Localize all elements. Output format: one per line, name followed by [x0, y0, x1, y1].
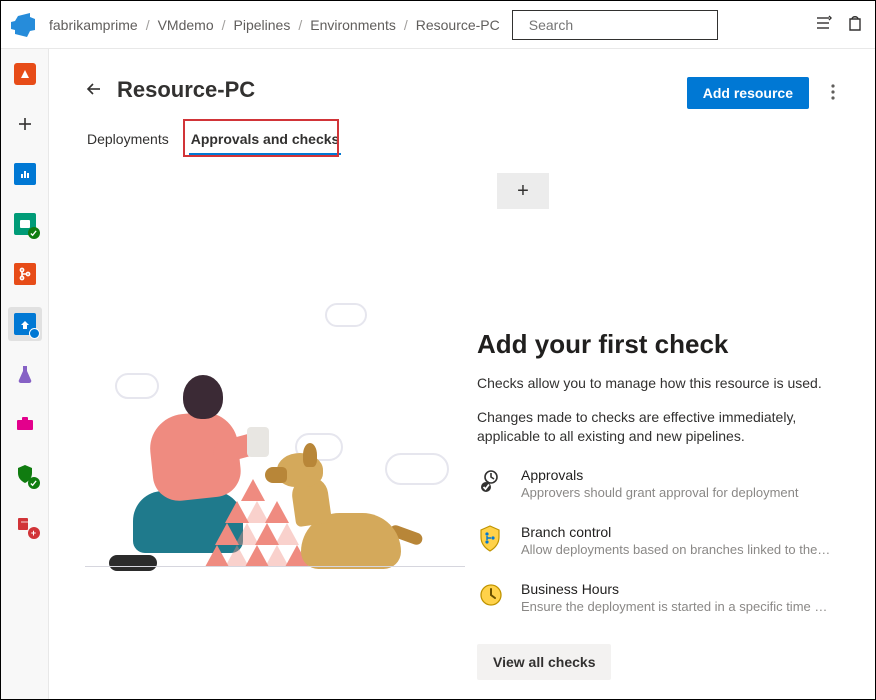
check-subtitle: Allow deployments based on branches link…	[521, 542, 831, 557]
branch-control-icon	[477, 524, 505, 552]
rail-test-plans[interactable]	[8, 357, 42, 391]
search-input[interactable]	[529, 17, 710, 33]
crumb-org[interactable]: fabrikamprime	[49, 17, 138, 33]
tab-approvals-and-checks[interactable]: Approvals and checks	[189, 125, 342, 157]
check-subtitle: Ensure the deployment is started in a sp…	[521, 599, 831, 614]
rail-artifacts[interactable]	[8, 407, 42, 441]
search-box[interactable]	[512, 10, 718, 40]
top-header: fabrikamprime / VMdemo / Pipelines / Env…	[1, 1, 875, 49]
header-actions	[815, 14, 863, 35]
check-subtitle: Approvers should grant approval for depl…	[521, 485, 799, 500]
crumb-current[interactable]: Resource-PC	[416, 17, 500, 33]
rail-add[interactable]	[8, 107, 42, 141]
rail-pipelines[interactable]	[8, 307, 42, 341]
add-resource-button[interactable]: Add resource	[687, 77, 809, 109]
check-title: Approvals	[521, 467, 799, 483]
marketplace-icon[interactable]	[847, 14, 863, 35]
checks-panel: + Add your first check Checks allow you …	[465, 173, 839, 680]
filter-icon[interactable]	[815, 14, 833, 35]
rail-overview[interactable]	[8, 57, 42, 91]
rail-wiki[interactable]: +	[8, 507, 42, 541]
more-options-icon[interactable]	[827, 80, 839, 107]
breadcrumb-separator: /	[222, 17, 226, 33]
business-hours-icon	[477, 581, 505, 609]
empty-state-desc-1: Checks allow you to manage how this reso…	[477, 374, 839, 394]
check-type-business-hours[interactable]: Business Hours Ensure the deployment is …	[477, 581, 839, 614]
check-title: Business Hours	[521, 581, 831, 597]
cloud-icon	[325, 303, 367, 327]
approvals-icon	[477, 467, 505, 495]
rail-branches[interactable]	[8, 257, 42, 291]
check-type-branch-control[interactable]: Branch control Allow deployments based o…	[477, 524, 839, 557]
tab-deployments[interactable]: Deployments	[85, 125, 171, 157]
breadcrumb-separator: /	[146, 17, 150, 33]
crumb-project[interactable]: VMdemo	[158, 17, 214, 33]
breadcrumb: fabrikamprime / VMdemo / Pipelines / Env…	[49, 17, 500, 33]
rail-boards[interactable]	[8, 157, 42, 191]
back-arrow-icon[interactable]	[85, 80, 103, 101]
rail-security[interactable]	[8, 457, 42, 491]
crumb-pipelines[interactable]: Pipelines	[234, 17, 291, 33]
tabs: Deployments Approvals and checks	[85, 125, 839, 157]
crumb-environments[interactable]: Environments	[310, 17, 396, 33]
left-nav-rail: +	[1, 49, 49, 699]
rail-repos[interactable]	[8, 207, 42, 241]
main-content: Resource-PC Add resource Deployments App…	[49, 49, 875, 699]
illustration-dog	[285, 459, 415, 569]
breadcrumb-separator: /	[298, 17, 302, 33]
add-check-button[interactable]: +	[497, 173, 549, 209]
page-title: Resource-PC	[117, 77, 255, 103]
check-title: Branch control	[521, 524, 831, 540]
empty-state-title: Add your first check	[477, 329, 839, 360]
check-type-approvals[interactable]: Approvals Approvers should grant approva…	[477, 467, 839, 500]
empty-state-illustration	[85, 173, 465, 613]
title-actions: Add resource	[687, 77, 839, 109]
empty-state-desc-2: Changes made to checks are effective imm…	[477, 408, 839, 447]
breadcrumb-separator: /	[404, 17, 408, 33]
azure-devops-logo[interactable]	[11, 13, 35, 37]
view-all-checks-button[interactable]: View all checks	[477, 644, 611, 680]
